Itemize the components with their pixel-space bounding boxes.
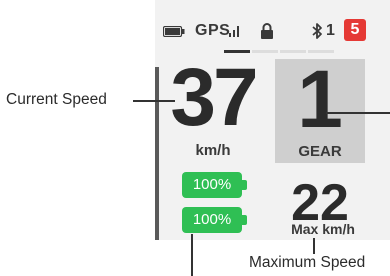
page-dot [308,50,334,53]
battery-icon [163,26,185,37]
gps-label: GPS [195,22,231,39]
battery-indicator-1: 100% [182,172,248,198]
callout-line-gear [326,112,390,114]
gear-value: 1 [297,54,343,145]
callout-line-max-speed [313,238,315,254]
bluetooth-icon [312,23,322,39]
callout-maximum-speed: Maximum Speed [249,254,366,271]
page-dot [280,50,306,53]
battery-tip [242,215,247,225]
current-speed-unit: km/h [195,142,231,159]
callout-line-current-speed [133,100,175,102]
lock-icon [261,23,273,39]
screen-left-accent-bar [155,67,159,240]
page-dot [252,50,278,53]
notification-count: 5 [350,21,360,38]
signal-bars-icon [229,26,239,37]
battery-tip [242,180,247,190]
battery-indicator-2: 100% [182,207,248,233]
battery-level-label: 100% [192,176,232,193]
gear-label: GEAR [298,143,342,160]
notification-badge[interactable]: 5 [344,19,366,41]
callout-line-battery [191,234,193,276]
bluetooth-count: 1 [326,22,335,39]
callout-current-speed: Current Speed [6,91,107,108]
battery-level-label: 100% [192,211,232,228]
max-speed-unit: Max km/h [291,221,355,237]
current-speed-value: 37 [170,52,258,143]
status-bar: GPS 1 5 [163,16,383,46]
